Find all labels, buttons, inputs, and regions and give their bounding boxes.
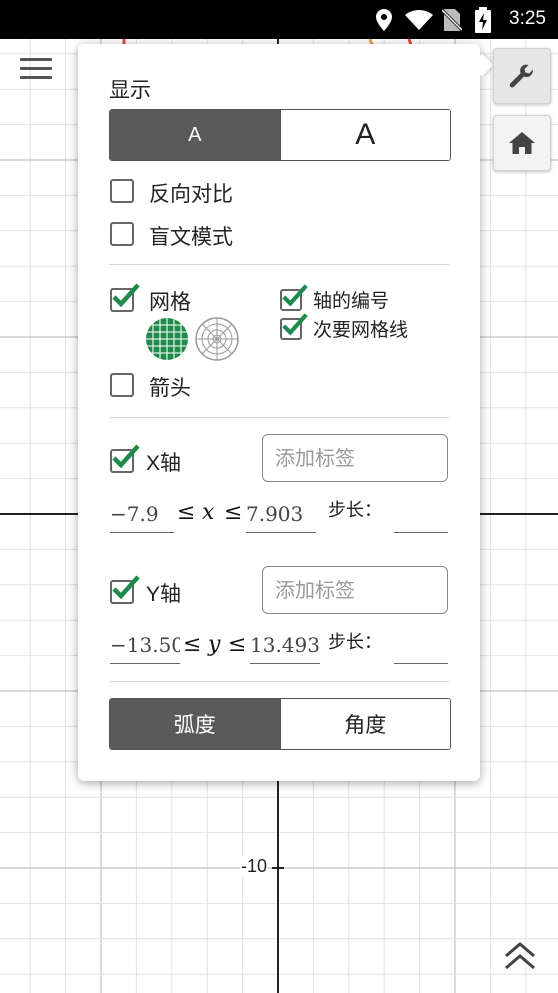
collapse-button[interactable] <box>500 938 540 974</box>
braille-mode-checkbox[interactable] <box>110 222 134 246</box>
hamburger-icon <box>20 58 52 61</box>
checkmark-icon <box>112 444 140 469</box>
home-button[interactable] <box>493 115 551 171</box>
checkmark-icon <box>112 575 140 600</box>
axis-numbers-checkbox[interactable] <box>280 284 308 311</box>
font-size-large-option[interactable]: A <box>279 110 450 160</box>
divider <box>109 264 449 265</box>
status-time: 3:25 <box>509 8 546 29</box>
font-size-small-option[interactable]: A <box>110 110 280 160</box>
status-bar: 3:25 <box>0 0 558 39</box>
x-le-left: ≤ <box>177 500 196 525</box>
location-icon <box>376 9 392 31</box>
wrench-icon <box>509 64 534 88</box>
minor-grid-checkbox[interactable] <box>280 313 308 340</box>
checkmark-icon <box>112 283 140 308</box>
y-variable: y <box>208 632 221 657</box>
polar-grid-icon[interactable] <box>195 317 239 361</box>
home-icon <box>509 132 535 154</box>
x-step-field[interactable] <box>394 502 448 533</box>
axis-numbers-label: 轴的编号 <box>313 290 390 312</box>
y-step-field[interactable] <box>394 633 448 664</box>
y-le-left: ≤ <box>183 632 202 657</box>
x-max-field[interactable]: 7.903 <box>246 496 316 533</box>
radians-option[interactable]: 弧度 <box>110 699 280 749</box>
x-le-right: ≤ <box>224 500 243 525</box>
x-axis-label-input[interactable] <box>262 434 448 482</box>
angle-unit-toggle[interactable]: 弧度 角度 <box>109 698 451 750</box>
y-le-right: ≤ <box>228 632 247 657</box>
y-axis-label: Y轴 <box>146 583 182 606</box>
x-axis-label: X轴 <box>146 452 182 475</box>
settings-button[interactable] <box>493 48 551 104</box>
grid-label: 网格 <box>149 290 191 314</box>
minor-grid-label: 次要网格线 <box>313 319 409 341</box>
rectangular-grid-icon[interactable] <box>145 317 189 361</box>
font-size-toggle[interactable]: A A <box>109 109 451 161</box>
menu-button[interactable] <box>20 58 52 88</box>
degrees-option[interactable]: 角度 <box>279 699 450 749</box>
checkmark-icon <box>282 284 308 307</box>
x-variable: x <box>202 500 215 525</box>
y-axis-checkbox[interactable] <box>110 575 140 604</box>
battery-charging-icon <box>475 7 491 33</box>
divider <box>109 681 449 682</box>
y-max-field[interactable]: 13.493 <box>250 627 320 664</box>
x-min-field[interactable]: −7.9 <box>110 496 174 533</box>
y-axis-label-input[interactable] <box>262 566 448 614</box>
divider <box>109 417 449 418</box>
axis-tick-label: -10 <box>240 856 269 877</box>
reverse-contrast-checkbox[interactable] <box>110 179 134 203</box>
grid-checkbox[interactable] <box>110 283 140 312</box>
no-sim-icon <box>442 9 462 31</box>
braille-mode-label: 盲文模式 <box>149 225 233 249</box>
arrows-label: 箭头 <box>149 376 191 400</box>
x-axis-checkbox[interactable] <box>110 444 140 473</box>
y-step-label: 步长： <box>328 632 382 653</box>
wifi-icon <box>405 10 433 30</box>
arrows-checkbox[interactable] <box>110 373 134 397</box>
display-title: 显示 <box>109 78 151 102</box>
y-min-field[interactable]: −13.50 <box>110 627 180 664</box>
double-chevron-up-icon <box>505 942 535 970</box>
x-step-label: 步长： <box>328 500 382 521</box>
checkmark-icon <box>282 313 308 336</box>
reverse-contrast-label: 反向对比 <box>149 182 233 206</box>
